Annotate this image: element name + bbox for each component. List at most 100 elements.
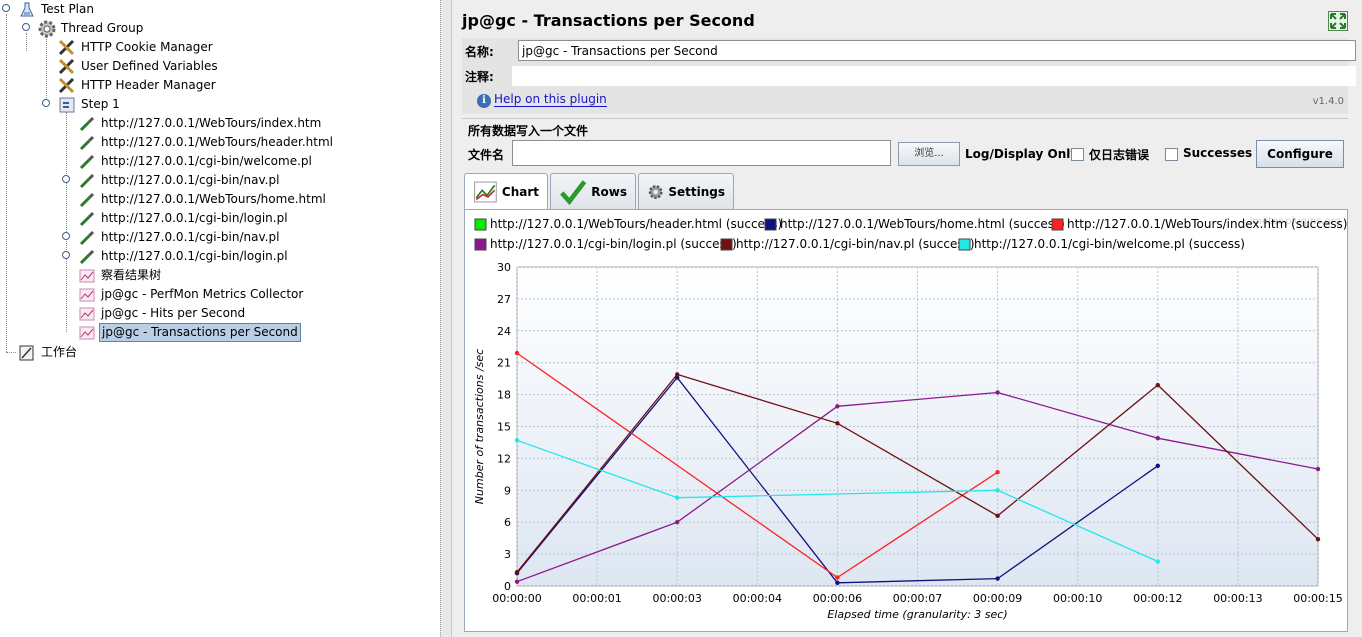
page-title: jp@gc - Transactions per Second [462,11,755,30]
tree-item-workbench[interactable]: 工作台 [18,343,79,362]
configure-button[interactable]: Configure [1256,140,1344,168]
tree-item-listener-selected[interactable]: jp@gc - Transactions per Second [78,323,301,342]
expand-handle[interactable] [2,4,10,12]
tree-item-user-defined-variables[interactable]: User Defined Variables [58,57,220,76]
expand-handle[interactable] [62,175,70,183]
checkmark-icon [560,179,587,205]
maximize-icon[interactable] [1328,11,1348,31]
x-tick-label: 00:00:03 [652,592,701,605]
data-point [995,576,1000,581]
tree-item-listener[interactable]: 察看结果树 [78,266,163,285]
plugin-panel: jp@gc - Transactions per Second 名称: 注释: … [452,0,1362,637]
info-icon: i [477,94,491,108]
pipette-icon [78,248,96,266]
legend-entry: http://127.0.0.1/WebTours/header.html (s… [490,217,782,231]
expand-handle[interactable] [62,232,70,240]
legend-entry: http://127.0.0.1/cgi-bin/login.pl (succe… [490,237,737,251]
x-tick-label: 00:00:12 [1133,592,1182,605]
version-label: v1.4.0 [1312,96,1344,107]
tab-chart[interactable]: Chart [464,173,548,210]
x-axis-label: Elapsed time (granularity: 3 sec) [827,608,1007,621]
tree-item-sampler[interactable]: http://127.0.0.1/cgi-bin/welcome.pl [78,152,314,171]
legend-entry: http://127.0.0.1/cgi-bin/nav.pl (success… [736,237,975,251]
tree-item-sampler[interactable]: http://127.0.0.1/WebTours/header.html [78,133,335,152]
data-point [1155,435,1160,441]
pipette-icon [78,229,96,247]
tree-item-sampler[interactable]: http://127.0.0.1/cgi-bin/login.pl [78,247,290,266]
data-point [1155,463,1160,469]
y-axis-label: Number of transactions /sec [473,349,486,504]
tree-item-sampler[interactable]: http://127.0.0.1/WebTours/home.html [78,190,328,209]
data-point [675,520,680,525]
y-tick-label: 27 [497,293,511,306]
expand-handle[interactable] [22,23,30,31]
tree-item-listener[interactable]: jp@gc - PerfMon Metrics Collector [78,285,305,304]
data-point [514,579,520,584]
data-point [995,488,1000,493]
tree-connector [26,33,27,51]
browse-button[interactable]: 浏览... [898,142,960,166]
y-tick-label: 15 [497,421,511,434]
tree-connector [6,352,16,353]
successes-checkbox[interactable] [1165,148,1178,161]
data-point [514,438,520,443]
tree-item-test-plan[interactable]: Test Plan [18,0,96,19]
tree-item-cookie-manager[interactable]: HTTP Cookie Manager [58,38,215,57]
tree-connector [66,112,67,332]
tree-item-listener[interactable]: jp@gc - Hits per Second [78,304,247,323]
tree-item-step-1[interactable]: Step 1 [58,95,122,114]
tree-item-sampler[interactable]: http://127.0.0.1/cgi-bin/nav.pl [78,171,281,190]
name-label: 名称: [465,45,494,59]
tab-rows[interactable]: Rows [550,173,636,209]
data-point [995,513,1000,519]
tab-chart-label: Chart [501,185,539,199]
name-comment-section: 名称: 注释: i Help on this plugin v1.4.0 [462,38,1356,114]
tree-connector [6,14,7,352]
tree-item-header-manager[interactable]: HTTP Header Manager [58,76,218,95]
legend-swatch [474,218,487,231]
tree-item-sampler[interactable]: http://127.0.0.1/cgi-bin/login.pl [78,209,290,228]
tab-settings[interactable]: Settings [638,173,734,209]
pipette-icon [78,153,96,171]
x-tick-label: 00:00:09 [973,592,1022,605]
y-tick-label: 24 [497,325,511,338]
name-field[interactable] [518,40,1356,61]
x-tick-label: 00:00:00 [492,592,541,605]
y-tick-label: 12 [497,452,511,465]
file-output-section: 所有数据写入一个文件 文件名 浏览... Log/Display Only: 仅… [462,118,1348,170]
errors-only-checkbox[interactable] [1071,148,1084,161]
expand-handle[interactable] [62,251,70,259]
data-point [835,575,840,580]
test-plan-tree: Test Plan Thread Group HTTP Cookie Manag… [0,0,440,637]
tree-item-sampler[interactable]: http://127.0.0.1/cgi-bin/nav.pl [78,228,281,247]
graph-icon [78,286,96,304]
data-point [995,390,1000,395]
tree-connector [46,36,47,102]
data-point [995,470,1000,475]
split-pane-divider[interactable] [440,0,452,637]
pipette-icon [78,134,96,152]
legend-swatch [958,238,971,251]
legend-swatch [720,238,733,251]
pipette-icon [78,191,96,209]
tree-item-thread-group[interactable]: Thread Group [38,19,145,38]
errors-only-label: 仅日志错误 [1089,148,1150,162]
data-point [835,580,840,586]
controller-icon [58,96,76,114]
filename-input[interactable] [512,140,891,166]
tree-item-sampler[interactable]: http://127.0.0.1/WebTours/index.htm [78,114,323,133]
help-link[interactable]: Help on this plugin [494,92,607,107]
tools-icon [58,58,76,76]
pipette-icon [78,172,96,190]
y-tick-label: 30 [497,261,511,274]
data-point [835,404,840,409]
tools-icon [58,77,76,95]
flask-icon [18,1,36,19]
data-point [1315,537,1321,542]
x-tick-label: 00:00:07 [893,592,942,605]
comment-field[interactable] [512,66,1356,86]
legend-entry: http://127.0.0.1/WebTours/index.htm (suc… [1067,217,1347,231]
y-axis: 036912151821242730 [497,261,511,593]
expand-handle[interactable] [42,99,50,107]
y-tick-label: 18 [497,389,511,402]
